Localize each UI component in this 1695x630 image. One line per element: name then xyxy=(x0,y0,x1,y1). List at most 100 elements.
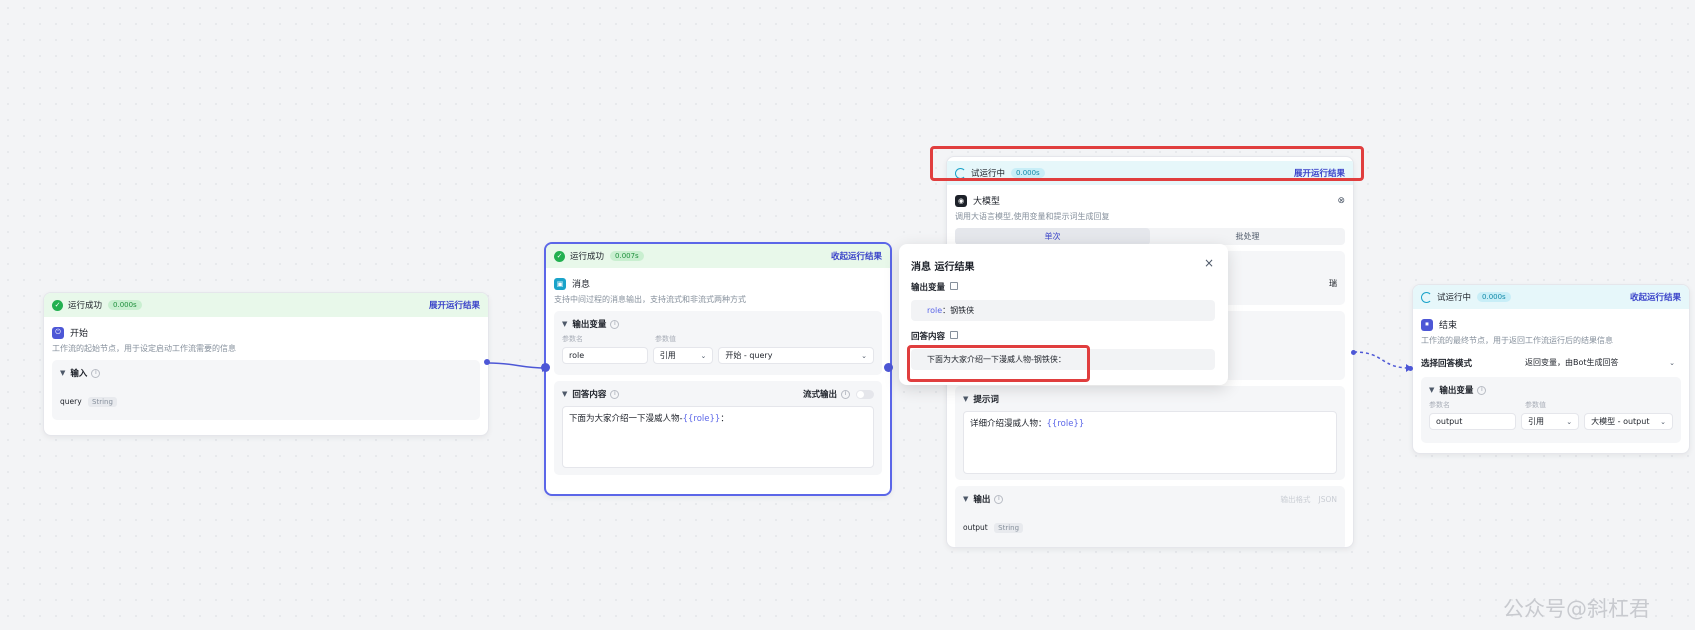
end-node-icon: ⏹ xyxy=(1421,318,1433,331)
copy-icon[interactable] xyxy=(950,282,959,290)
message-node-icon: ▣ xyxy=(554,277,566,290)
end-output-section: ▼ 输出变量 i 参数名 参数值 output 引用 ⌄ 大模型 - output… xyxy=(1421,377,1681,443)
section-label: 输出变量 xyxy=(572,320,607,330)
param-name-input[interactable]: output xyxy=(1429,413,1516,430)
answer-mode-row: 选择回答模式 返回变量，由Bot生成回答 ⌄ xyxy=(1421,354,1681,371)
stream-toggle[interactable] xyxy=(856,389,874,399)
check-circle-icon: ✓ xyxy=(554,250,565,262)
chevron-down-icon: ▼ xyxy=(963,395,969,403)
answer-mode-value: 返回变量，由Bot生成回答 xyxy=(1525,358,1619,367)
chevron-down-icon: ⌄ xyxy=(1669,358,1675,367)
input-section: ▼ 输入 i query String xyxy=(52,360,480,420)
output-var-row: output String xyxy=(963,523,1337,533)
end-status-bar: 试运行中 0.000s 收起运行结果 xyxy=(1413,285,1689,309)
var-name: query xyxy=(60,397,82,406)
node-desc: 工作流的最终节点，用于返回工作流运行后的结果信息 xyxy=(1421,336,1613,345)
col-value-label: 参数值 xyxy=(655,335,676,343)
end-node[interactable]: 试运行中 0.000s 收起运行结果 ⏹ 结束 工作流的最终节点，用于返回工作流… xyxy=(1412,284,1690,454)
stream-label: 流式输出 xyxy=(802,390,837,400)
info-icon: i xyxy=(610,319,620,329)
info-icon: i xyxy=(91,368,101,378)
tab-batch[interactable]: 批处理 xyxy=(1150,228,1345,245)
answer-suffix: ： xyxy=(720,414,729,424)
collapse-result-link[interactable]: 收起运行结果 xyxy=(1630,291,1681,303)
column-headers: 参数名 参数值 xyxy=(562,334,874,344)
param-mode-select[interactable]: 引用 ⌄ xyxy=(652,347,714,364)
start-output-port[interactable] xyxy=(484,359,490,365)
prompt-textarea[interactable]: 详细介绍漫威人物：{{role}} xyxy=(963,411,1337,474)
var-name: output xyxy=(963,523,988,532)
close-circle-icon[interactable]: ⊗ xyxy=(1337,196,1345,206)
section-title[interactable]: ▼ 提示词 xyxy=(963,393,1337,405)
info-icon: i xyxy=(994,494,1004,504)
status-text: 试运行中 xyxy=(1437,293,1472,303)
section-title[interactable]: ▼ 输出 i 输出格式 JSON xyxy=(963,493,1337,505)
param-mode-select[interactable]: 引用 ⌄ xyxy=(1520,413,1580,430)
tab-single[interactable]: 单次 xyxy=(955,228,1150,245)
chevron-down-icon: ▼ xyxy=(562,320,568,328)
param-ref-select[interactable]: 大模型 - output ⌄ xyxy=(1584,413,1673,430)
param-row: output 引用 ⌄ 大模型 - output ⌄ xyxy=(1429,413,1673,430)
info-icon: i xyxy=(610,389,620,399)
param-name-input[interactable]: role xyxy=(562,347,648,364)
info-icon: i xyxy=(1477,385,1487,395)
section-label: 输出变量 xyxy=(1439,386,1474,396)
start-node[interactable]: ✓ 运行成功 0.000s 展开运行结果 ⏻ 开始 工作流的起始节点，用于设定启… xyxy=(43,292,489,436)
time-badge: 0.000s xyxy=(1477,292,1511,302)
message-output-port[interactable] xyxy=(884,363,893,372)
param-ref-value: 大模型 - output xyxy=(1591,417,1650,426)
section-title[interactable]: ▼ 输出变量 i xyxy=(562,318,874,330)
time-badge: 0.000s xyxy=(108,300,142,310)
col-name-label: 参数名 xyxy=(562,335,583,343)
var-type-tag: String xyxy=(994,523,1024,533)
copy-icon[interactable] xyxy=(950,331,959,339)
output-format-value[interactable]: JSON xyxy=(1319,495,1338,504)
highlight-answer-value xyxy=(907,345,1090,382)
node-title: 消息 xyxy=(572,280,591,290)
node-desc: 调用大语言模型,使用变量和提示词生成回复 xyxy=(955,212,1110,221)
edge-llm-end xyxy=(1353,351,1411,369)
node-desc: 支持中间过程的消息输出，支持流式和非流式两种方式 xyxy=(554,295,746,304)
highlight-llm-status xyxy=(930,146,1364,181)
time-badge: 0.007s xyxy=(610,251,644,261)
collapse-result-link[interactable]: 收起运行结果 xyxy=(831,250,882,262)
section-label: 提示词 xyxy=(973,395,999,405)
message-node[interactable]: ✓ 运行成功 0.007s 收起运行结果 ▣ 消息 支持中间过程的消息输出，支持… xyxy=(544,242,892,496)
expand-result-link[interactable]: 展开运行结果 xyxy=(429,299,480,311)
output-label-text: 输出变量 xyxy=(911,283,946,293)
chevron-down-icon: ▼ xyxy=(562,390,568,398)
node-header: ⏹ 结束 xyxy=(1413,309,1689,331)
section-title[interactable]: ▼ 输出变量 i xyxy=(1429,384,1673,396)
param-ref-select[interactable]: 开始 - query ⌄ xyxy=(718,347,874,364)
answer-mode-select[interactable]: 返回变量，由Bot生成回答 ⌄ xyxy=(1519,354,1681,371)
status-text: 运行成功 xyxy=(570,252,605,262)
end-input-port[interactable] xyxy=(1408,366,1413,371)
param-mode-value: 引用 xyxy=(659,351,676,360)
message-input-port[interactable] xyxy=(541,363,550,372)
watermark: 公众号@斜杠君 xyxy=(1503,597,1650,621)
info-icon: i xyxy=(841,389,850,399)
prompt-text: 详细介绍漫威人物： xyxy=(970,419,1047,429)
col-value-label: 参数值 xyxy=(1525,401,1546,409)
section-title[interactable]: ▼ 回答内容 i 流式输出 i xyxy=(562,388,874,400)
node-title: 开始 xyxy=(70,329,89,339)
column-headers: 参数名 参数值 xyxy=(1429,400,1673,410)
answer-label-text: 回答内容 xyxy=(911,332,946,342)
node-title: 大模型 xyxy=(973,197,1001,207)
answer-textarea[interactable]: 下面为大家介绍一下漫威人物-{{role}}： xyxy=(562,406,874,468)
answer-var: {{role}} xyxy=(682,414,721,424)
close-icon[interactable]: × xyxy=(1204,256,1214,270)
llm-output-section: ▼ 输出 i 输出格式 JSON output String xyxy=(955,486,1345,547)
section-title[interactable]: ▼ 输入 i xyxy=(60,367,472,379)
chevron-down-icon: ⌄ xyxy=(700,351,707,360)
node-desc: 工作流的起始节点，用于设定启动工作流需要的信息 xyxy=(52,344,236,353)
edge-start-message xyxy=(488,362,547,369)
chevron-down-icon: ⌄ xyxy=(1660,417,1666,426)
output-value: ：钢铁侠 xyxy=(942,306,975,315)
section-label: 回答内容 xyxy=(572,390,607,400)
node-header: ⏻ 开始 xyxy=(44,317,488,339)
param-row: role 引用 ⌄ 开始 - query ⌄ xyxy=(562,347,874,364)
llm-output-port[interactable] xyxy=(1351,350,1356,355)
llm-node-icon: ◉ xyxy=(955,194,967,207)
param-ref-value: 开始 - query xyxy=(725,351,773,360)
